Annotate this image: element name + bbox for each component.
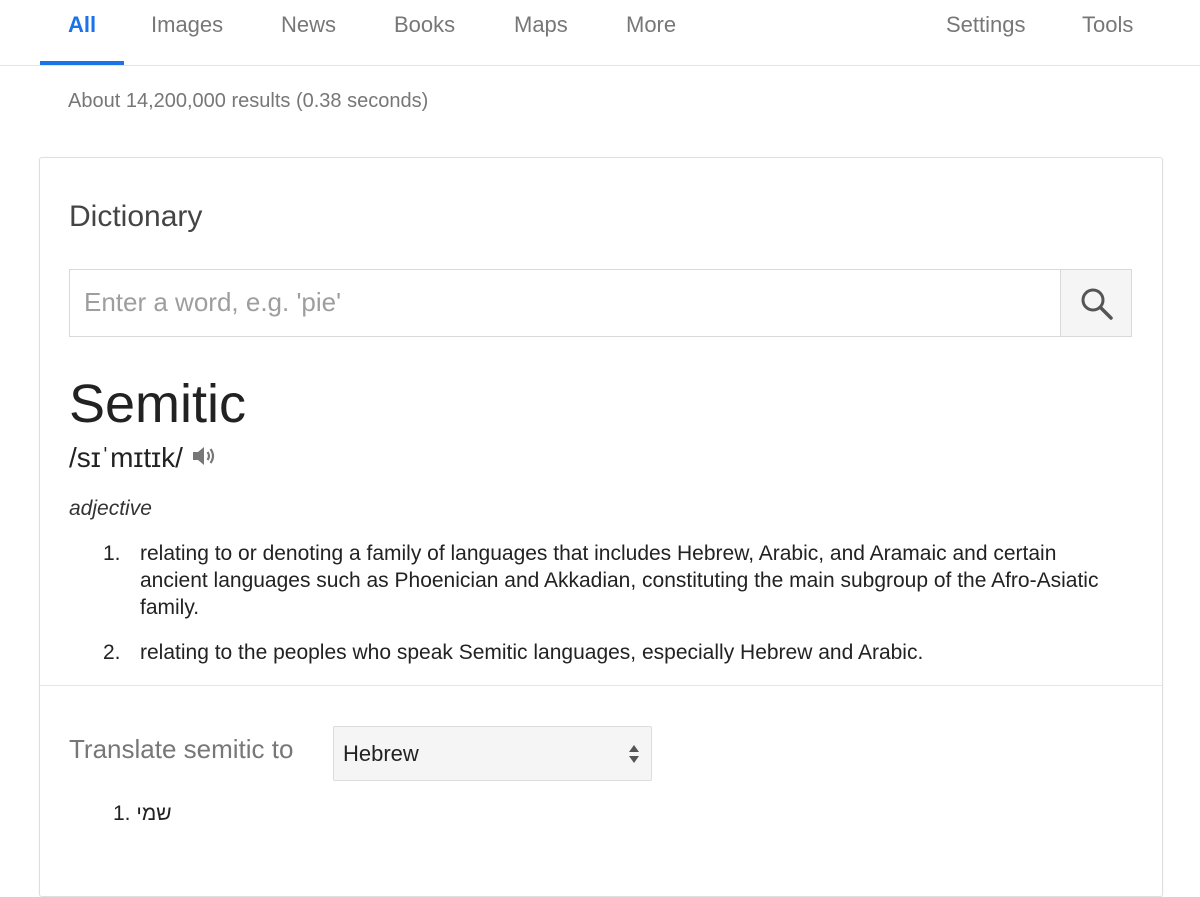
translation-item: 1. שמי bbox=[113, 802, 172, 826]
settings-link[interactable]: Settings bbox=[946, 0, 1026, 66]
pronunciation-row: /sɪˈmɪtɪk/ bbox=[69, 440, 219, 476]
pronunciation: /sɪˈmɪtɪk/ bbox=[69, 442, 183, 473]
tab-books[interactable]: Books bbox=[394, 0, 455, 66]
tab-images[interactable]: Images bbox=[151, 0, 223, 66]
speaker-icon[interactable] bbox=[191, 442, 219, 478]
definition-text: relating to the peoples who speak Semiti… bbox=[140, 641, 924, 664]
result-stats: About 14,200,000 results (0.38 seconds) bbox=[68, 90, 429, 112]
selected-language: Hebrew bbox=[343, 741, 419, 766]
tab-maps[interactable]: Maps bbox=[514, 0, 568, 66]
translate-label: Translate semitic to bbox=[69, 734, 294, 764]
translation-text: שמי bbox=[136, 802, 172, 825]
definition-number: 1. bbox=[103, 542, 121, 565]
tab-news[interactable]: News bbox=[281, 0, 336, 66]
card-title: Dictionary bbox=[69, 200, 203, 233]
search-nav-bar: All Images News Books Maps More Settings… bbox=[0, 0, 1200, 66]
definition-number: 2. bbox=[103, 641, 121, 664]
definition-list: 1. relating to or denoting a family of l… bbox=[103, 540, 1113, 666]
search-icon bbox=[1081, 288, 1113, 320]
tab-more[interactable]: More bbox=[626, 0, 676, 66]
dictionary-search-button[interactable] bbox=[1060, 269, 1132, 337]
definition-item: 2. relating to the peoples who speak Sem… bbox=[103, 639, 1113, 666]
part-of-speech: adjective bbox=[69, 497, 152, 520]
language-select[interactable]: Hebrew bbox=[333, 726, 652, 781]
active-tab-indicator bbox=[40, 61, 124, 65]
translation-number: 1. bbox=[113, 802, 131, 825]
select-arrows-icon bbox=[629, 745, 639, 763]
dictionary-search-input[interactable] bbox=[70, 270, 1044, 334]
tools-link[interactable]: Tools bbox=[1082, 0, 1133, 66]
dictionary-search-box bbox=[69, 269, 1061, 337]
section-divider bbox=[40, 685, 1162, 686]
definition-text: relating to or denoting a family of lang… bbox=[140, 542, 1099, 619]
headword: Semitic bbox=[69, 374, 247, 434]
tab-all[interactable]: All bbox=[68, 0, 96, 66]
dictionary-card: Dictionary Semitic /sɪˈmɪtɪk/ adjective … bbox=[39, 157, 1163, 897]
definition-item: 1. relating to or denoting a family of l… bbox=[103, 540, 1113, 621]
